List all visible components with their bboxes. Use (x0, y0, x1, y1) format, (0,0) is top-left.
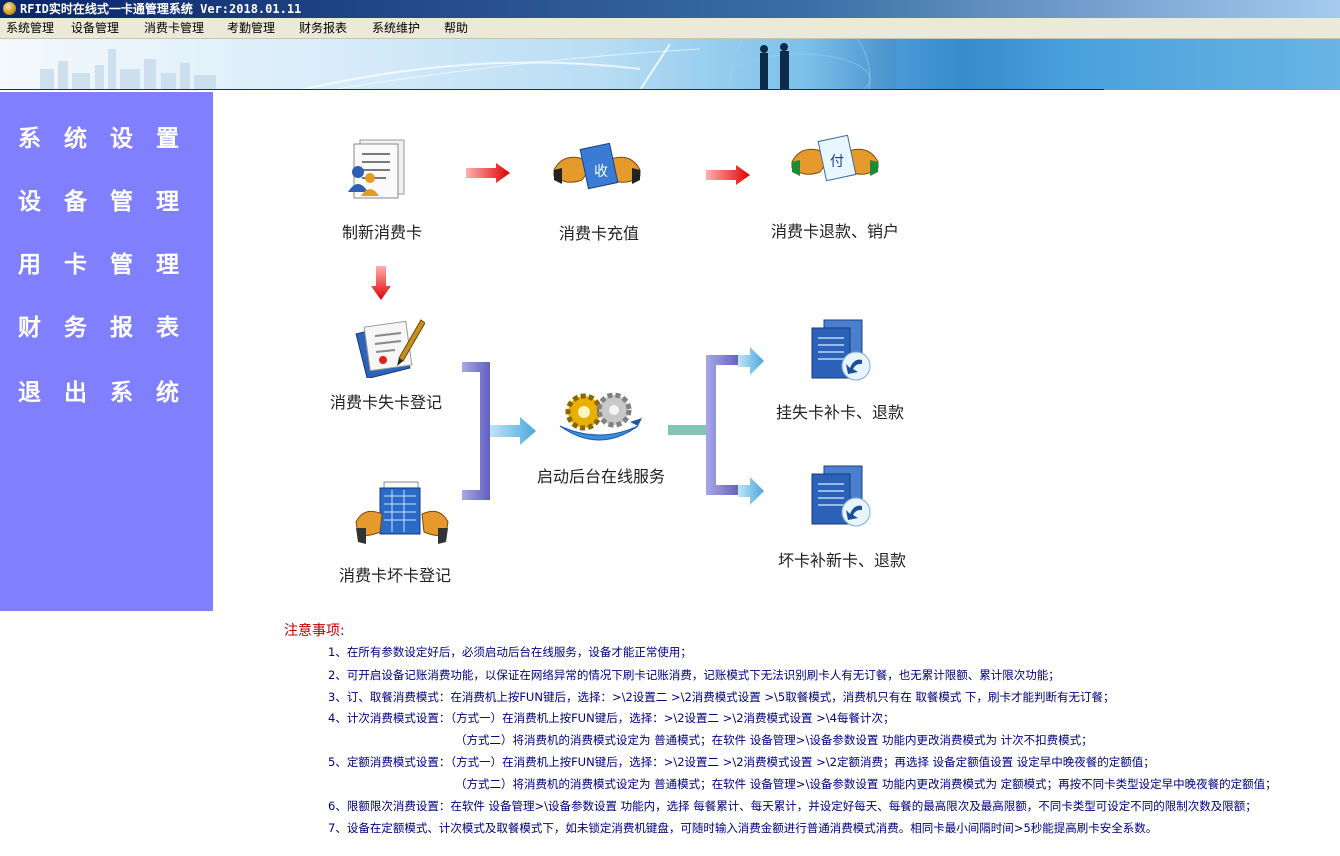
bracket-right (706, 355, 740, 495)
arrow-to-service (490, 417, 536, 445)
arrow-to-broken-reissue (738, 477, 764, 505)
connector-service-out (668, 425, 708, 435)
hands-card-icon (355, 481, 449, 544)
note-line-3: 3、订、取餐消费模式：在消费机上按FUN键后，选择：>\2设置二 >\2消费模式… (328, 690, 1115, 704)
arrow-new-to-recharge (466, 163, 510, 183)
note-line-5: 5、定额消费模式设置：（方式一）在消费机上按FUN键后，选择：>\2设置二 >\… (328, 755, 1155, 769)
menu-system-management[interactable]: 系统管理 (6, 20, 54, 36)
note-line-4b: （方式二）将消费机的消费模式设定为 普通模式；在软件 设备管理>\设备参数设置 … (455, 733, 1093, 747)
node-broken-register-label: 消费卡坏卡登记 (339, 566, 452, 585)
menu-device-management[interactable]: 设备管理 (71, 20, 119, 36)
node-lost-reissue-label: 挂失卡补卡、退款 (776, 403, 905, 422)
banner-divider (0, 89, 1104, 90)
window-title: RFID实时在线式一卡通管理系统 Ver:2018.01.11 (20, 2, 302, 16)
card-document-icon (348, 139, 405, 199)
recharge-icon-text: 收 (594, 164, 608, 180)
node-broken-reissue-label: 坏卡补新卡、退款 (778, 551, 907, 570)
sidebar: 系统设置 设备管理 用卡管理 财务报表 退出系统 (0, 92, 213, 611)
note-line-2: 2、可开启设备记账消费功能，以保证在网络异常的情况下刷卡记账消费，记账模式下无法… (328, 668, 1060, 682)
node-lost-register-label: 消费卡失卡登记 (330, 393, 443, 412)
arrow-recharge-to-refund (706, 165, 750, 185)
menu-card-management[interactable]: 消费卡管理 (144, 20, 204, 36)
header-banner (0, 39, 1340, 90)
bracket-left (462, 362, 490, 500)
menu-bar: 系统管理 设备管理 消费卡管理 考勤管理 财务报表 系统维护 帮助 (0, 18, 1340, 39)
menu-help[interactable]: 帮助 (444, 20, 468, 36)
arrow-new-to-lost (371, 266, 391, 300)
node-refund-close-label: 消费卡退款、销户 (771, 222, 900, 241)
node-new-card-label: 制新消费卡 (342, 223, 423, 242)
card-return-icon (811, 319, 871, 381)
menu-attendance-management[interactable]: 考勤管理 (227, 20, 275, 36)
notes-title: 注意事项: (284, 623, 345, 639)
sidebar-item-device-management[interactable]: 设备管理 (18, 188, 198, 216)
certificate-pen-icon (355, 319, 425, 378)
menu-finance-reports[interactable]: 财务报表 (299, 20, 347, 36)
pay-money-icon: 付 (791, 134, 879, 182)
note-line-6: 6、限额限次消费设置：在软件 设备管理>\设备参数设置 功能内，选择 每餐累计、… (328, 799, 1257, 813)
note-line-4: 4、计次消费模式设置：（方式一）在消费机上按FUN键后，选择：>\2设置二 >\… (328, 711, 895, 725)
app-icon (3, 2, 16, 15)
note-line-7: 7、设备在定额模式、计次模式及取餐模式下，如未锁定消费机键盘，可随时输入消费金额… (328, 821, 1158, 835)
sidebar-item-exit-system[interactable]: 退出系统 (18, 379, 198, 407)
note-line-1: 1、在所有参数设定好后，必须启动后台在线服务，设备才能正常使用； (328, 645, 692, 659)
refund-icon-text: 付 (830, 154, 844, 170)
arrow-to-lost-reissue (738, 347, 764, 375)
card-return-icon-2 (811, 465, 871, 527)
sidebar-item-finance-reports[interactable]: 财务报表 (18, 314, 198, 342)
sidebar-item-card-management[interactable]: 用卡管理 (18, 251, 198, 279)
note-line-5b: （方式二）将消费机的消费模式设定为 普通模式；在软件 设备管理>\设备参数设置 … (455, 777, 1277, 791)
gears-service-icon (559, 392, 642, 441)
node-recharge-label: 消费卡充值 (559, 224, 640, 243)
title-bar: RFID实时在线式一卡通管理系统 Ver:2018.01.11 (0, 0, 1340, 18)
sidebar-item-system-settings[interactable]: 系统设置 (18, 125, 198, 153)
node-start-service-label: 启动后台在线服务 (537, 467, 666, 486)
menu-system-maintenance[interactable]: 系统维护 (372, 20, 420, 36)
receive-money-icon: 收 (553, 142, 641, 190)
banner-graphic (40, 39, 1340, 90)
